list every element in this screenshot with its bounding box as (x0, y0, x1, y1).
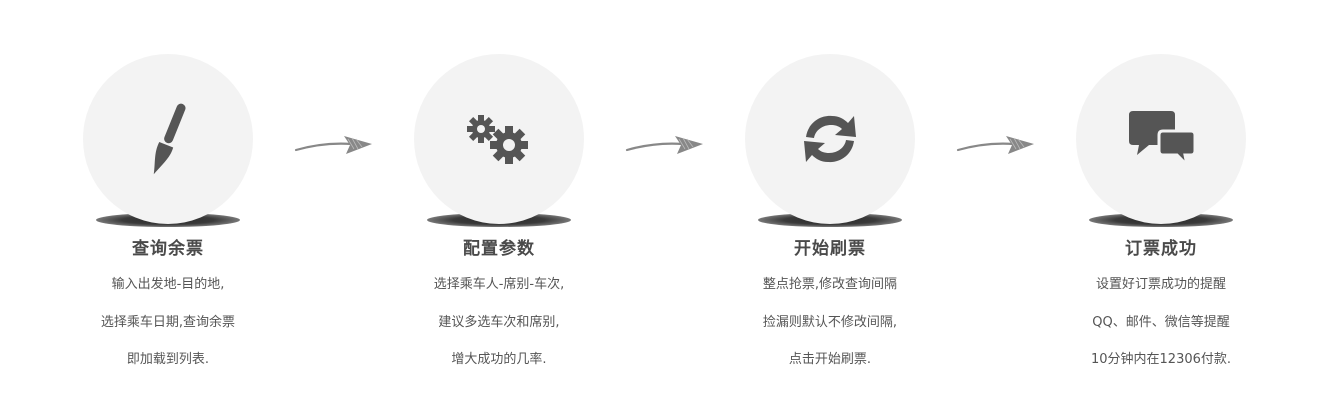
chat-bubbles-icon (1129, 111, 1197, 169)
step-4: 订票成功 设置好订票成功的提醒 QQ、邮件、微信等提醒 10分钟内在12306付… (1011, 0, 1311, 406)
step-desc-line-2: 选择乘车日期,查询余票 (100, 315, 236, 330)
step-desc-line-1: 整点抢票,修改查询间隔 (762, 277, 898, 292)
step-desc-line-3: 即加载到列表. (126, 352, 210, 367)
step-icon-circle (1076, 54, 1246, 224)
refresh-icon (804, 115, 856, 163)
step-title: 开始刷票 (794, 239, 866, 259)
step-desc-line-1: 输入出发地-目的地, (111, 277, 225, 292)
step-desc-line-2: QQ、邮件、微信等提醒 (1092, 315, 1230, 330)
step-title: 订票成功 (1125, 239, 1197, 259)
step-desc-line-1: 选择乘车人-席别-车次, (433, 277, 565, 292)
step-desc-line-2: 捡漏则默认不修改间隔, (762, 315, 898, 330)
step-icon-circle (745, 54, 915, 224)
step-desc-line-3: 10分钟内在12306付款. (1090, 352, 1232, 367)
step-title: 查询余票 (132, 239, 204, 259)
step-3: 开始刷票 整点抢票,修改查询间隔 捡漏则默认不修改间隔, 点击开始刷票. (680, 0, 980, 406)
step-title: 配置参数 (463, 239, 535, 259)
step-desc-line-3: 点击开始刷票. (788, 352, 872, 367)
step-desc-line-3: 增大成功的几率. (451, 352, 547, 367)
brush-icon (153, 103, 186, 175)
step-desc-line-2: 建议多选车次和席别, (438, 315, 560, 330)
gears-icon (467, 115, 528, 164)
step-2: 配置参数 选择乘车人-席别-车次, 建议多选车次和席别, 增大成功的几率. (349, 0, 649, 406)
step-desc-line-1: 设置好订票成功的提醒 (1095, 277, 1226, 292)
step-icon-circle (83, 54, 253, 224)
step-icon-circle (414, 54, 584, 224)
step-1: 查询余票 输入出发地-目的地, 选择乘车日期,查询余票 即加载到列表. (18, 0, 318, 406)
